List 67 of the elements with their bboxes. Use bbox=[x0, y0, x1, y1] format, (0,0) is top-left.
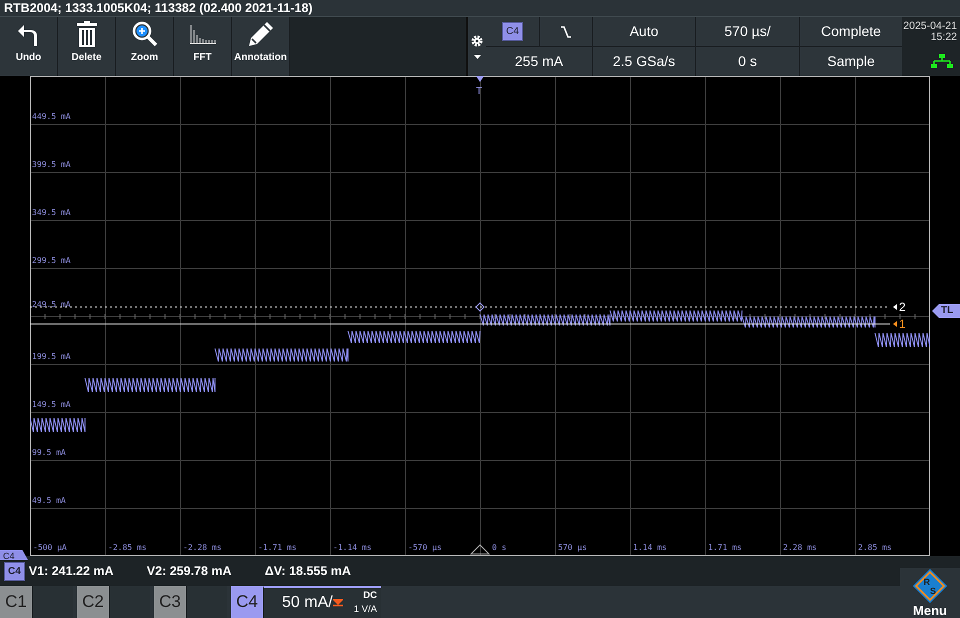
date-text: 2025-04-21 bbox=[903, 21, 957, 32]
channel-tab[interactable]: C4 bbox=[231, 586, 263, 618]
axis-label: -2.85 ms bbox=[108, 543, 147, 552]
window-title: RTB2004; 1333.1005K04; 113382 (02.400 2021-11-18) bbox=[0, 0, 960, 17]
probe-factor: 1 V/A bbox=[354, 603, 377, 617]
zoom-in-icon bbox=[132, 21, 158, 47]
axis-label: 99.5 mA bbox=[32, 448, 66, 457]
axis-label: -1.71 ms bbox=[258, 543, 297, 552]
axis-label: -1.14 ms bbox=[333, 543, 372, 552]
cursor-marker-icon bbox=[893, 321, 897, 327]
axis-label: 0 s bbox=[492, 543, 506, 552]
axis-label: 449.5 mA bbox=[32, 112, 71, 121]
axis-label: 149.5 mA bbox=[32, 400, 71, 409]
menu-button[interactable]: R S Menu bbox=[900, 568, 960, 618]
settings-icon[interactable] bbox=[471, 34, 483, 46]
delete-button[interactable]: Delete bbox=[58, 17, 116, 76]
axis-label: -2.28 ms bbox=[183, 543, 222, 552]
axis-label: 1.14 ms bbox=[633, 543, 667, 552]
network-icon bbox=[931, 54, 953, 68]
axis-label: 2.28 ms bbox=[783, 543, 817, 552]
channel-coupling: DC bbox=[363, 588, 377, 603]
axis-label: 570 µs bbox=[558, 543, 587, 552]
axis-label: 399.5 mA bbox=[32, 160, 71, 169]
record-mode[interactable]: Complete bbox=[800, 17, 902, 46]
ground-marker-icon bbox=[332, 598, 343, 607]
trigger-position-label: T bbox=[476, 86, 482, 97]
sample-rate[interactable]: 2.5 GSa/s bbox=[593, 47, 695, 76]
caret-icon[interactable] bbox=[474, 54, 480, 58]
axis-label: 49.5 mA bbox=[32, 496, 66, 505]
cursor-marker-icon bbox=[893, 304, 897, 310]
time-scale[interactable]: 570 µs/ bbox=[696, 17, 799, 46]
logo-letter: S bbox=[930, 586, 936, 596]
logo-letter: R bbox=[923, 577, 930, 588]
trigger-level-tag: TL bbox=[932, 304, 960, 318]
channel-settings-box[interactable]: 50 mA/ DC 1 V/A bbox=[263, 586, 381, 618]
pencil-icon bbox=[248, 21, 274, 47]
channel-tab[interactable]: C1 bbox=[0, 586, 32, 618]
channel-tag: C4 bbox=[0, 550, 28, 560]
channel-tab[interactable]: C3 bbox=[154, 586, 186, 618]
trigger-level[interactable]: 255 mA bbox=[486, 47, 592, 76]
trigger-offset[interactable]: 0 s bbox=[696, 47, 799, 76]
trigger-mode[interactable]: Auto bbox=[593, 17, 695, 46]
cursor-label: 1 bbox=[899, 317, 906, 331]
fft-button[interactable]: FFT bbox=[174, 17, 232, 76]
channel-badge: C4 bbox=[4, 562, 25, 580]
axis-label: -500 µA bbox=[33, 543, 67, 552]
trigger-source-badge[interactable]: C4 bbox=[502, 22, 523, 41]
axis-label: 299.5 mA bbox=[32, 256, 71, 265]
axis-label: 2.85 ms bbox=[858, 543, 892, 552]
axis-label: 1.71 ms bbox=[708, 543, 742, 552]
time-text: 15:22 bbox=[930, 32, 957, 43]
acquisition-mode[interactable]: Sample bbox=[800, 47, 902, 76]
channel-scale: 50 mA/ bbox=[282, 593, 333, 613]
trigger-point-icon bbox=[475, 302, 485, 312]
measurement-value: ΔV: 18.555 mA bbox=[264, 562, 351, 580]
trash-icon bbox=[76, 21, 96, 47]
measurement-value: V2: 259.78 mA bbox=[146, 562, 233, 580]
channel-tab[interactable]: C2 bbox=[77, 586, 109, 618]
undo-button[interactable]: Undo bbox=[0, 17, 58, 76]
cursor-label: 2 bbox=[899, 300, 906, 314]
axis-label: 199.5 mA bbox=[32, 352, 71, 361]
axis-label: 349.5 mA bbox=[32, 208, 71, 217]
annotation-button[interactable]: Annotation bbox=[232, 17, 290, 76]
falling-edge-icon[interactable] bbox=[561, 24, 571, 38]
axis-label: -570 µs bbox=[408, 543, 442, 552]
measurement-value: V1: 241.22 mA bbox=[28, 562, 115, 580]
zoom-button[interactable]: Zoom bbox=[116, 17, 174, 76]
